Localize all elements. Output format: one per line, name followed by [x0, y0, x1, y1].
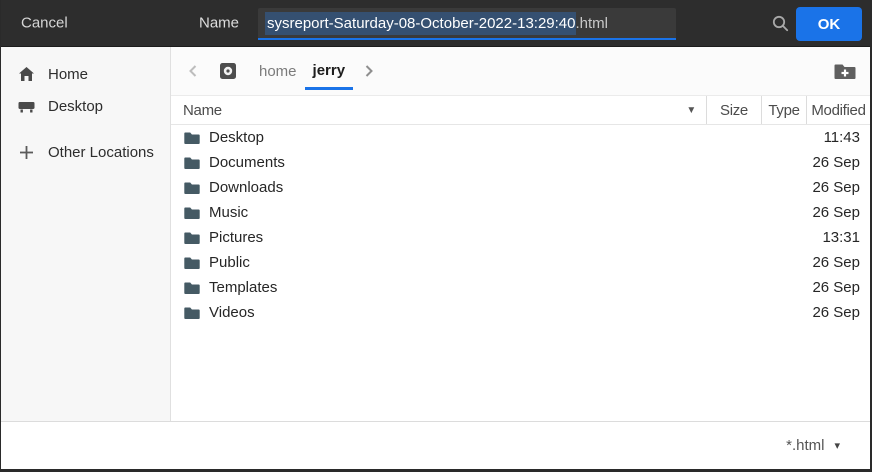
file-save-dialog: Cancel Name sysreport-Saturday-08-Octobe… [0, 0, 872, 472]
file-name-cell: Music [171, 204, 706, 221]
file-name: Templates [209, 279, 277, 296]
file-modified: 26 Sep [806, 204, 870, 221]
filename-extension-text: .html [576, 15, 609, 32]
home-icon [17, 65, 35, 83]
hard-drive-icon [219, 62, 237, 80]
sidebar-item-label: Home [48, 66, 88, 83]
folder-icon [184, 131, 200, 145]
filename-selected-text: sysreport-Saturday-08-October-2022-13:29… [265, 12, 576, 35]
active-segment-underline [305, 87, 354, 90]
table-row[interactable]: Music 26 Sep [171, 200, 870, 225]
folder-icon [184, 281, 200, 295]
file-name: Videos [209, 304, 255, 321]
file-name-cell: Templates [171, 279, 706, 296]
dialog-footer: *.html ▾ [1, 421, 870, 469]
filter-label: *.html [786, 437, 824, 454]
sidebar-item-label: Other Locations [48, 144, 154, 161]
places-sidebar: Home Desktop Other Locations [1, 47, 171, 421]
table-row[interactable]: Templates 26 Sep [171, 275, 870, 300]
file-name-cell: Downloads [171, 179, 706, 196]
table-row[interactable]: Videos 26 Sep [171, 300, 870, 325]
column-header-label: Name [183, 102, 222, 119]
table-row[interactable]: Pictures 13:31 [171, 225, 870, 250]
table-row[interactable]: Desktop 11:43 [171, 125, 870, 150]
path-segment-current[interactable]: jerry [307, 62, 352, 81]
table-row[interactable]: Documents 26 Sep [171, 150, 870, 175]
file-modified: 11:43 [806, 129, 870, 146]
column-header-row: Name ▼ Size Type Modified [171, 96, 870, 125]
forward-button[interactable] [359, 61, 379, 81]
path-bar: home jerry [171, 47, 870, 96]
file-name-cell: Documents [171, 154, 706, 171]
filesystem-root-button[interactable] [217, 60, 239, 82]
file-name: Documents [209, 154, 285, 171]
folder-icon [184, 181, 200, 195]
column-header-type[interactable]: Type [761, 96, 806, 124]
file-modified: 13:31 [806, 229, 870, 246]
filename-field-label: Name [199, 15, 239, 32]
chevron-down-icon: ▾ [834, 439, 840, 452]
file-name: Desktop [209, 129, 264, 146]
folder-icon [184, 156, 200, 170]
file-modified: 26 Sep [806, 179, 870, 196]
column-header-size[interactable]: Size [706, 96, 761, 124]
sidebar-item-label: Desktop [48, 98, 103, 115]
column-header-name[interactable]: Name ▼ [171, 96, 706, 124]
path-segment-home[interactable]: home [253, 63, 303, 80]
sidebar-item-desktop[interactable]: Desktop [1, 91, 170, 121]
table-row[interactable]: Public 26 Sep [171, 250, 870, 275]
file-type-filter-dropdown[interactable]: *.html ▾ [786, 437, 840, 454]
sidebar-item-home[interactable]: Home [1, 59, 170, 89]
chevron-left-icon [189, 65, 197, 77]
file-name: Downloads [209, 179, 283, 196]
plus-icon [17, 143, 35, 161]
file-browser-pane: home jerry Nam [171, 47, 870, 421]
file-modified: 26 Sep [806, 279, 870, 296]
file-name: Pictures [209, 229, 263, 246]
search-icon [771, 14, 790, 33]
path-segment-label: jerry [313, 62, 346, 79]
sidebar-item-other-locations[interactable]: Other Locations [1, 137, 170, 167]
dialog-body: Home Desktop Other Locations [1, 47, 870, 421]
new-folder-icon [834, 62, 856, 80]
dialog-header-bar: Cancel Name sysreport-Saturday-08-Octobe… [1, 0, 870, 47]
ok-button[interactable]: OK [796, 7, 862, 41]
file-name: Music [209, 204, 248, 221]
filename-input[interactable]: sysreport-Saturday-08-October-2022-13:29… [258, 8, 676, 40]
folder-icon [184, 231, 200, 245]
chevron-right-icon [365, 65, 373, 77]
file-modified: 26 Sep [806, 304, 870, 321]
cancel-button[interactable]: Cancel [21, 15, 68, 32]
file-name-cell: Desktop [171, 129, 706, 146]
column-header-modified[interactable]: Modified [806, 96, 870, 124]
file-name: Public [209, 254, 250, 271]
file-list: Desktop 11:43 Documents 26 Sep Downloads… [171, 125, 870, 421]
file-name-cell: Pictures [171, 229, 706, 246]
back-button[interactable] [183, 61, 203, 81]
sort-descending-icon: ▼ [686, 105, 696, 116]
folder-icon [184, 256, 200, 270]
file-modified: 26 Sep [806, 254, 870, 271]
folder-icon [184, 206, 200, 220]
table-row[interactable]: Downloads 26 Sep [171, 175, 870, 200]
new-folder-button[interactable] [832, 59, 858, 83]
desktop-icon [17, 97, 35, 115]
file-name-cell: Videos [171, 304, 706, 321]
file-modified: 26 Sep [806, 154, 870, 171]
search-button[interactable] [768, 11, 792, 35]
file-name-cell: Public [171, 254, 706, 271]
folder-icon [184, 306, 200, 320]
